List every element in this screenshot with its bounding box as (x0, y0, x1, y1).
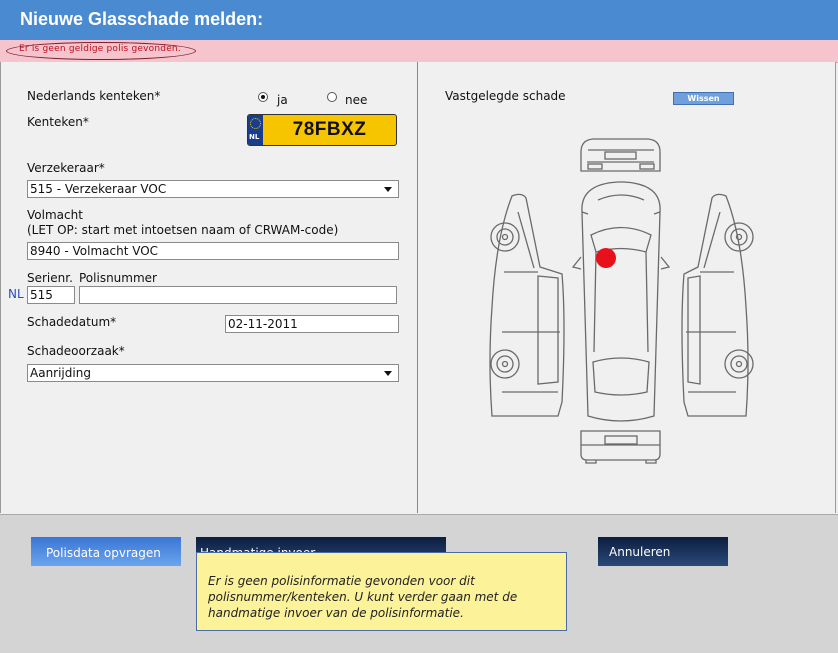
plate-country: NL (249, 133, 260, 141)
plate-number: 78FBXZ (292, 119, 367, 140)
error-bar: Er is geen geldige polis gevonden. (0, 40, 838, 63)
radio-ja[interactable] (258, 92, 268, 102)
info-notice: Er is geen polisinformatie gevonden voor… (196, 552, 567, 631)
verzekeraar-value: 515 - Verzekeraar VOC (30, 182, 167, 196)
claim-form-panel: Nederlands kenteken* ja nee Kenteken* NL… (0, 62, 418, 513)
kenteken-label: Kenteken* (27, 115, 89, 129)
notice-text: Er is geen polisinformatie gevonden voor… (208, 574, 518, 620)
volmacht-label: Volmacht (27, 208, 83, 222)
damage-panel: Vastgelegde schade Wissen (418, 62, 836, 513)
car-right-side-view[interactable] (681, 193, 754, 417)
verzekeraar-select[interactable]: 515 - Verzekeraar VOC (27, 180, 399, 198)
title-bar: Nieuwe Glasschade melden: (0, 0, 838, 40)
radio-ja-label[interactable]: ja (277, 93, 288, 107)
annuleren-button[interactable]: Annuleren (598, 537, 728, 566)
car-top-view[interactable] (571, 181, 671, 422)
radio-nee-label[interactable]: nee (345, 93, 367, 107)
volmacht-hint: (LET OP: start met intoetsen naam of CRW… (27, 223, 339, 237)
verzekeraar-label: Verzekeraar* (27, 161, 105, 175)
radio-nee[interactable] (327, 92, 337, 102)
polisdata-opvragen-button[interactable]: Polisdata opvragen (31, 537, 181, 566)
polisnummer-label: Polisnummer (79, 271, 157, 285)
nl-kenteken-label: Nederlands kenteken* (27, 89, 161, 103)
chevron-down-icon (384, 371, 392, 376)
car-rear-view[interactable] (580, 430, 661, 464)
schadeoorzaak-value: Aanrijding (30, 366, 91, 380)
serienr-label: Serienr. (27, 271, 73, 285)
schadeoorzaak-label: Schadeoorzaak* (27, 344, 125, 358)
error-message: Er is geen geldige polis gevonden. (19, 44, 181, 54)
footer-bar: Polisdata opvragen Handmatige invoer Ann… (0, 514, 838, 653)
chevron-down-icon (384, 187, 392, 192)
serienr-input[interactable]: 515 (27, 286, 75, 304)
license-plate[interactable]: NL 78FBXZ (247, 114, 397, 146)
page-title: Nieuwe Glasschade melden: (20, 9, 264, 29)
polisnummer-input[interactable] (79, 286, 397, 304)
car-left-side-view[interactable] (489, 193, 565, 417)
schadedatum-input[interactable]: 02-11-2011 (225, 315, 399, 333)
schadeoorzaak-select[interactable]: Aanrijding (27, 364, 399, 382)
eu-flag-icon: NL (248, 115, 263, 145)
nl-prefix: NL (8, 287, 24, 301)
car-front-view[interactable] (580, 138, 661, 172)
damage-marker[interactable] (596, 248, 616, 268)
schadedatum-label: Schadedatum* (27, 315, 117, 329)
car-damage-diagram[interactable] (418, 62, 835, 513)
volmacht-input[interactable]: 8940 - Volmacht VOC (27, 242, 399, 260)
